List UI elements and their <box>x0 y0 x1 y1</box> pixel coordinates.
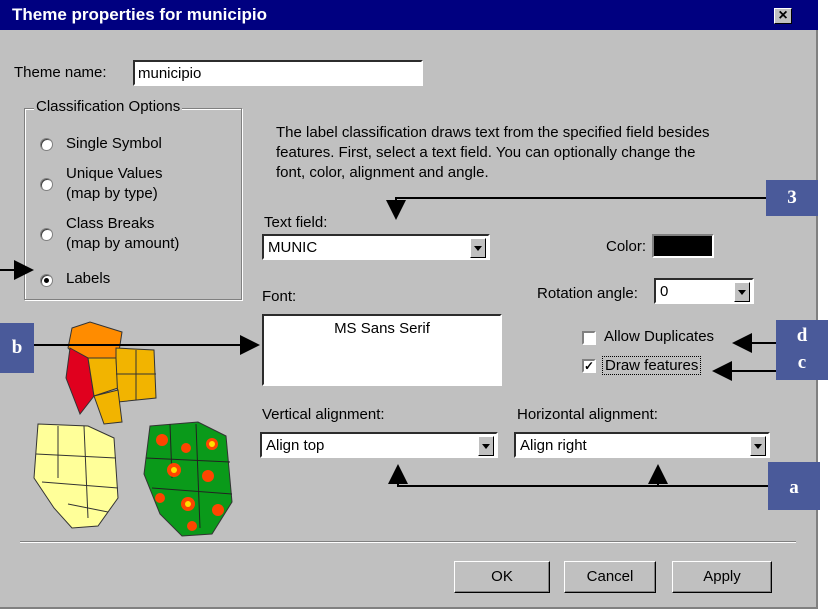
arrow-a-vertical <box>388 464 768 487</box>
arrow-3 <box>386 197 766 220</box>
callout-arrows <box>0 197 776 487</box>
